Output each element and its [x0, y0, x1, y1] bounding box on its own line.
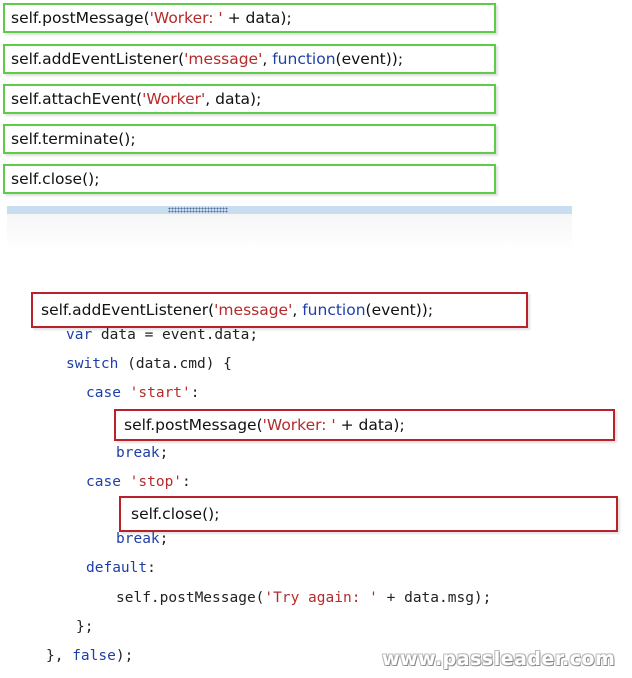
code-text: : — [190, 385, 200, 401]
code-line-case-start: case 'start': — [86, 385, 200, 401]
code-keyword: var — [66, 327, 93, 343]
option-text: (event)); — [335, 50, 404, 68]
code-keyword: default — [86, 560, 148, 576]
code-text: + data.msg); — [377, 590, 492, 606]
option-terminate[interactable]: self.terminate(); — [3, 124, 496, 154]
code-text: self.postMessage( — [116, 590, 265, 606]
option-close[interactable]: self.close(); — [3, 164, 496, 194]
slot-string: 'Worker: ' — [262, 416, 336, 434]
code-keyword: false — [72, 648, 116, 664]
slot-string: 'message' — [214, 301, 293, 319]
grip-icon[interactable] — [168, 207, 228, 213]
option-post-message[interactable]: self.postMessage('Worker: ' + data); — [3, 3, 496, 33]
code-line-var: var data = event.data; — [66, 327, 258, 343]
code-text: ; — [159, 445, 169, 461]
option-text: self.terminate(); — [11, 130, 136, 148]
code-line-break: break; — [116, 531, 168, 547]
option-attach-event[interactable]: self.attachEvent('Worker', data); — [3, 84, 496, 114]
answer-slot-start[interactable]: self.postMessage('Worker: ' + data); — [114, 409, 615, 441]
code-line-default: default: — [86, 560, 156, 576]
splitter-shadow — [7, 214, 572, 250]
code-line-switch: switch (data.cmd) { — [66, 356, 232, 372]
code-text: data = event.data; — [92, 327, 259, 343]
code-keyword: case — [86, 474, 121, 490]
code-text: }, — [46, 648, 73, 664]
code-text: : — [182, 474, 191, 490]
code-string: 'start' — [129, 385, 191, 401]
option-text: , data); — [205, 90, 262, 108]
code-keyword: switch — [66, 356, 119, 372]
code-keyword: break — [116, 445, 160, 461]
code-line-post-message: self.postMessage('Try again: ' + data.ms… — [116, 590, 491, 606]
option-text: self.postMessage( — [11, 9, 150, 27]
slot-text: + data); — [335, 416, 405, 434]
option-text: self.close(); — [11, 170, 100, 188]
code-line-break: break; — [116, 445, 168, 461]
slot-text: self.addEventListener( — [41, 301, 215, 319]
code-line-case-stop: case 'stop': — [86, 474, 191, 490]
code-text: ); — [115, 648, 134, 664]
splitter-bar[interactable] — [7, 206, 572, 214]
slot-text: self.postMessage( — [124, 416, 263, 434]
slot-keyword: function — [302, 301, 366, 319]
code-line-close-listener: }, false); — [46, 648, 133, 664]
option-add-event-listener[interactable]: self.addEventListener('message', functio… — [3, 44, 496, 74]
slot-text: , — [292, 301, 303, 319]
option-text: , — [262, 50, 273, 68]
answer-slot-stop[interactable]: self.close(); — [119, 496, 618, 532]
answer-slot-listener[interactable]: self.addEventListener('message', functio… — [31, 292, 528, 328]
option-text: self.attachEvent( — [11, 90, 143, 108]
code-line-close-switch: }; — [76, 619, 93, 635]
option-text: self.addEventListener( — [11, 50, 185, 68]
code-text: }; — [76, 619, 94, 635]
slot-text: self.close(); — [131, 505, 220, 523]
slot-text: (event)); — [365, 301, 434, 319]
code-keyword: case — [86, 385, 121, 401]
option-string: 'Worker: ' — [149, 9, 223, 27]
code-text: (data.cmd) { — [118, 356, 232, 372]
option-string: 'message' — [184, 50, 263, 68]
code-text: ; — [159, 531, 169, 547]
option-text: + data); — [222, 9, 292, 27]
option-string: 'Worker' — [142, 90, 206, 108]
option-keyword: function — [272, 50, 336, 68]
code-string: 'Try again: ' — [264, 590, 378, 606]
code-string: 'stop' — [129, 474, 183, 490]
code-text: : — [147, 560, 156, 576]
code-keyword: break — [116, 531, 160, 547]
watermark-text: www.passleader.com — [382, 648, 616, 670]
